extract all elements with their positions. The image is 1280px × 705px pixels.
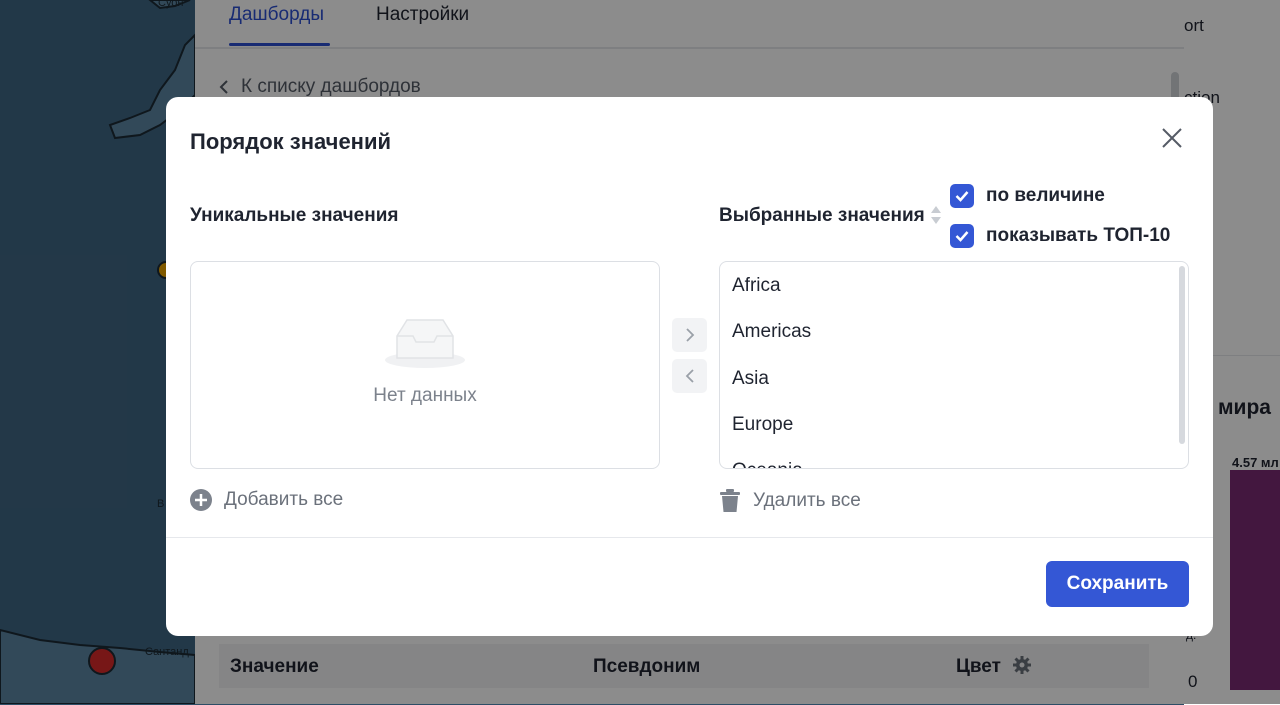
- sort-icon[interactable]: [929, 204, 943, 226]
- unique-values-list[interactable]: Нет данных: [190, 261, 660, 469]
- unique-values-title: Уникальные значения: [190, 205, 399, 226]
- list-item[interactable]: Asia: [732, 368, 769, 390]
- show-top10-label: показывать ТОП-10: [986, 225, 1171, 246]
- show-top10-checkbox[interactable]: [950, 224, 974, 248]
- move-left-button[interactable]: [672, 359, 707, 393]
- show-top10-option[interactable]: показывать ТОП-10: [950, 224, 1170, 248]
- sort-by-value-checkbox[interactable]: [950, 184, 974, 208]
- save-button[interactable]: Сохранить: [1046, 561, 1189, 607]
- plus-circle-icon: [190, 489, 212, 511]
- sort-by-value-option[interactable]: по величине: [950, 184, 1105, 208]
- trash-icon: [720, 489, 740, 512]
- list-item[interactable]: Oceania: [732, 460, 803, 468]
- add-all-label: Добавить все: [224, 489, 344, 510]
- chevron-left-icon: [685, 369, 694, 383]
- sort-by-value-label: по величине: [986, 185, 1105, 206]
- empty-state-text: Нет данных: [373, 385, 477, 406]
- modal-footer-divider: [166, 537, 1213, 538]
- remove-all-button[interactable]: Удалить все: [719, 489, 861, 513]
- checkmark-icon: [955, 231, 969, 242]
- list-item[interactable]: Europe: [732, 414, 793, 436]
- value-order-modal: Порядок значений Уникальные значения Нет…: [166, 97, 1213, 636]
- empty-state: Нет данных: [191, 314, 659, 407]
- empty-box-icon: [385, 319, 465, 368]
- list-scrollbar[interactable]: [1179, 266, 1185, 444]
- move-right-button[interactable]: [672, 318, 707, 352]
- remove-all-label: Удалить все: [753, 490, 861, 511]
- close-icon[interactable]: [1159, 125, 1185, 151]
- add-all-button[interactable]: Добавить все: [190, 489, 343, 511]
- selected-values-list[interactable]: Africa Americas Asia Europe Oceania: [719, 261, 1189, 469]
- list-item[interactable]: Africa: [732, 275, 781, 297]
- selected-values-title: Выбранные значения: [719, 205, 925, 226]
- modal-title: Порядок значений: [190, 129, 392, 154]
- checkmark-icon: [955, 191, 969, 202]
- chevron-right-icon: [685, 328, 694, 342]
- list-item[interactable]: Americas: [732, 321, 811, 343]
